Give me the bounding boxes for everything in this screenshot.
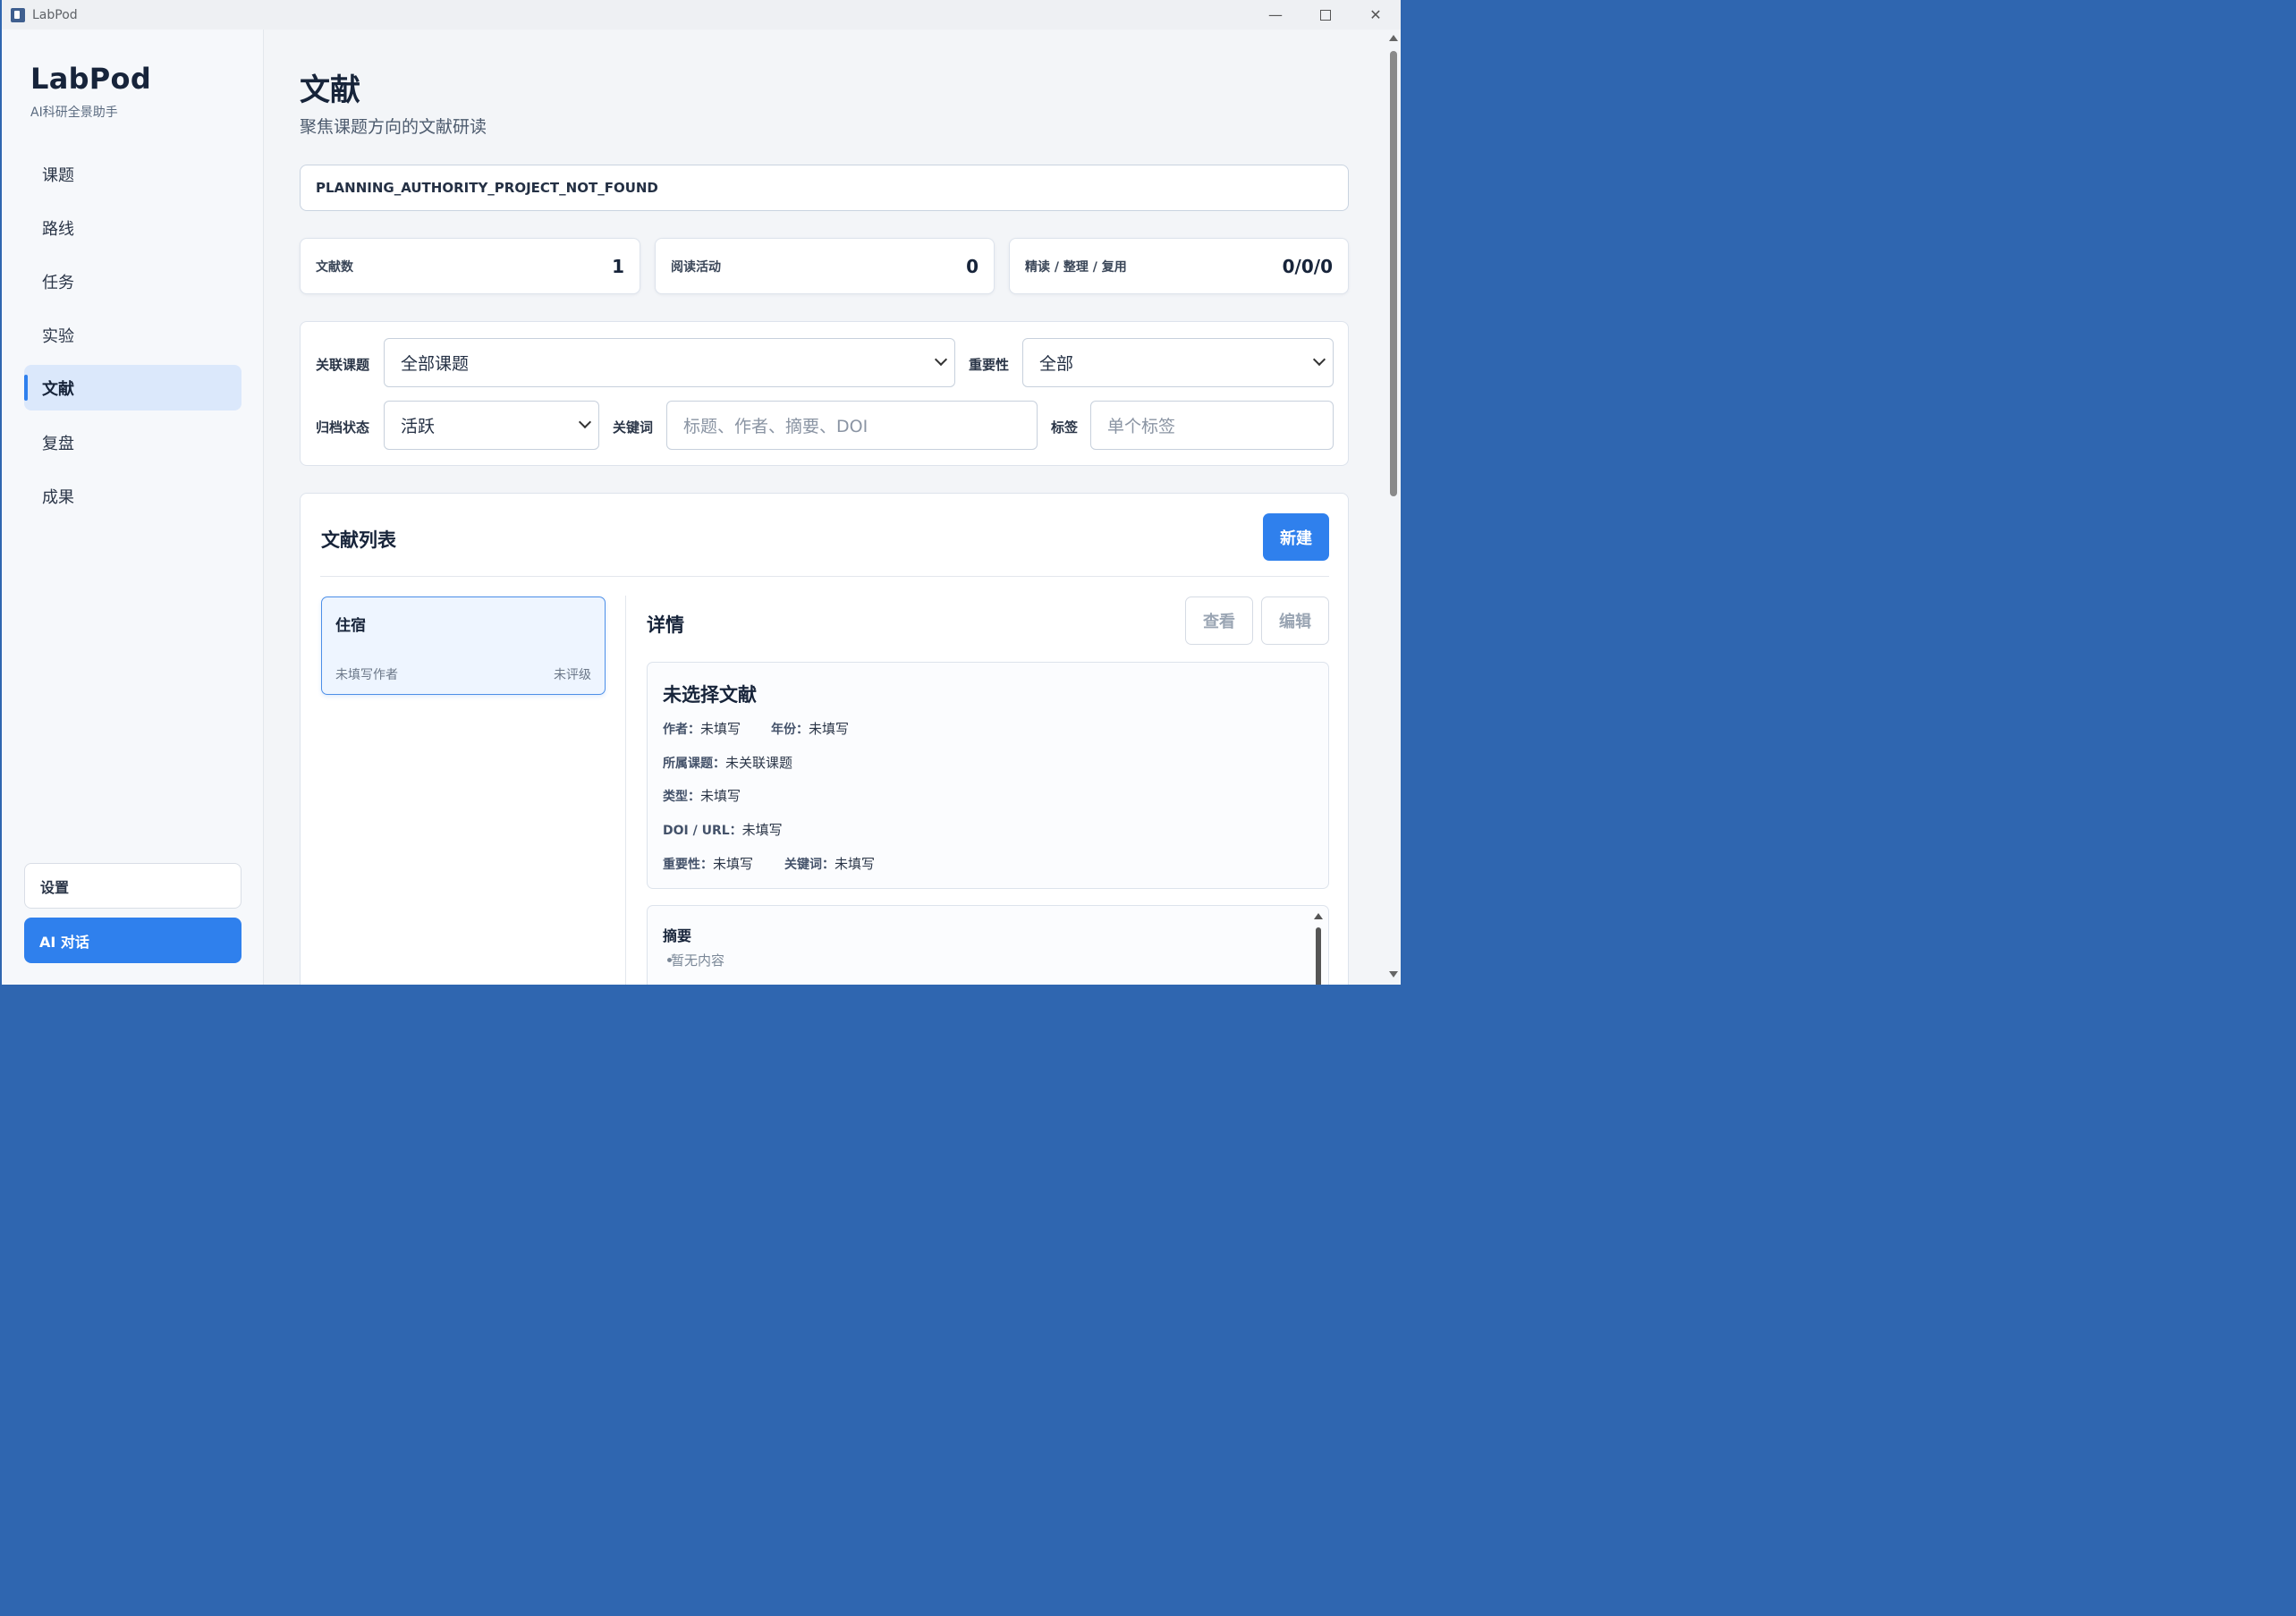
keyword-input[interactable]: 标题、作者、摘要、DOI: [666, 401, 1038, 450]
page-title: 文献: [300, 72, 360, 108]
stat-value: 0: [966, 255, 979, 277]
divider: [625, 596, 626, 985]
stat-label: 精读 / 整理 / 复用: [1025, 259, 1127, 275]
scrollbar-thumb[interactable]: [1316, 927, 1321, 985]
project-select-value: 全部课题: [401, 354, 470, 374]
sidebar-item-review[interactable]: 复盘: [24, 419, 241, 465]
scroll-down-icon[interactable]: [1389, 971, 1398, 977]
year-field: 年份：未填写: [771, 721, 850, 737]
main-content: 文献 聚焦课题方向的文献研读 PLANNING_AUTHORITY_PROJEC…: [264, 30, 1386, 985]
close-icon[interactable]: ✕: [1351, 0, 1401, 30]
stat-value: 1: [612, 255, 624, 277]
app-logo-icon: [11, 7, 25, 22]
stat-card-reading-activity: 阅读活动 0: [655, 238, 995, 294]
detail-card: 未选择文献 作者：未填写 年份：未填写 所属课题：未关联课题 类型：未填写 DO…: [647, 662, 1329, 889]
detail-heading: 未选择文献: [663, 684, 757, 706]
maximize-icon[interactable]: [1301, 0, 1351, 30]
project-select[interactable]: 全部课题: [384, 338, 955, 387]
filter-panel: 关联课题 全部课题 重要性 全部 归档状态 活跃 关键词 标题、作者、摘要、DO…: [300, 321, 1349, 466]
chevron-down-icon: [1312, 352, 1326, 367]
sidebar-item-topics[interactable]: 课题: [24, 151, 241, 197]
view-button[interactable]: 查看: [1185, 596, 1253, 645]
app-window: LabPod — ✕ LabPod AI科研全景助手 课题 路线 任务 实验 文…: [2, 0, 1401, 985]
ai-chat-button[interactable]: AI 对话: [24, 918, 241, 963]
detail-title: 详情: [647, 614, 684, 636]
project-field: 所属课题：未关联课题: [663, 755, 793, 771]
importance-field: 重要性：未填写: [663, 856, 754, 872]
new-literature-button[interactable]: 新建: [1263, 513, 1329, 561]
scroll-up-icon[interactable]: [1389, 35, 1398, 41]
keyword-filter-label: 关键词: [613, 419, 654, 436]
abstract-title: 摘要: [663, 927, 692, 944]
tag-filter-label: 标签: [1051, 419, 1079, 436]
edit-button[interactable]: 编辑: [1261, 596, 1329, 645]
literature-card[interactable]: 住宿 未填写作者 未评级: [321, 596, 606, 695]
importance-filter-label: 重要性: [969, 357, 1010, 373]
window-title: LabPod: [32, 7, 78, 22]
scroll-up-icon[interactable]: [1314, 913, 1323, 919]
archive-select-value: 活跃: [401, 417, 436, 436]
title-bar: LabPod — ✕: [2, 0, 1401, 30]
stat-card-literature-count: 文献数 1: [300, 238, 640, 294]
type-field: 类型：未填写: [663, 788, 741, 804]
project-filter-label: 关联课题: [316, 357, 370, 373]
stat-label: 阅读活动: [671, 259, 721, 275]
sidebar-item-roadmap[interactable]: 路线: [24, 205, 241, 250]
author-field: 作者：未填写: [663, 721, 741, 737]
sidebar-item-results[interactable]: 成果: [24, 473, 241, 519]
doi-field: DOI / URL：未填写: [663, 822, 783, 838]
stat-label: 文献数: [316, 259, 353, 275]
tag-input[interactable]: 单个标签: [1090, 401, 1334, 450]
sidebar: LabPod AI科研全景助手 课题 路线 任务 实验 文献 复盘 成果 设置 …: [2, 30, 264, 985]
abstract-item: 暂无内容: [666, 952, 725, 969]
abstract-card: 摘要 暂无内容: [647, 905, 1329, 985]
status-banner: PLANNING_AUTHORITY_PROJECT_NOT_FOUND: [300, 165, 1349, 211]
archive-filter-label: 归档状态: [316, 419, 370, 436]
settings-button[interactable]: 设置: [24, 863, 241, 909]
sidebar-item-tasks[interactable]: 任务: [24, 258, 241, 304]
sidebar-item-literature[interactable]: 文献: [24, 365, 241, 410]
archive-select[interactable]: 活跃: [384, 401, 599, 450]
literature-author: 未填写作者: [335, 668, 398, 682]
list-title: 文献列表: [321, 529, 396, 551]
brand-tagline: AI科研全景助手: [30, 106, 118, 120]
brand-name: LabPod: [30, 62, 152, 96]
window-controls: — ✕: [1250, 0, 1401, 30]
keywords-field: 关键词：未填写: [784, 856, 876, 872]
main-scrollbar[interactable]: [1386, 30, 1401, 985]
scrollbar-thumb[interactable]: [1390, 51, 1397, 496]
divider: [320, 576, 1329, 577]
importance-select-value: 全部: [1039, 354, 1074, 374]
abstract-scrollbar[interactable]: [1314, 913, 1323, 985]
literature-title: 住宿: [335, 617, 366, 635]
stat-card-read-organize-reuse: 精读 / 整理 / 复用 0/0/0: [1009, 238, 1349, 294]
chevron-down-icon: [934, 352, 948, 367]
literature-rating: 未评级: [554, 668, 591, 682]
stat-value: 0/0/0: [1282, 255, 1333, 277]
minimize-icon[interactable]: —: [1250, 0, 1301, 30]
literature-list-panel: 文献列表 新建 住宿 未填写作者 未评级 详情 查看 编辑 未选择文献 作者：未…: [300, 493, 1349, 985]
sidebar-item-experiments[interactable]: 实验: [24, 312, 241, 358]
chevron-down-icon: [578, 415, 592, 429]
importance-select[interactable]: 全部: [1022, 338, 1334, 387]
page-subtitle: 聚焦课题方向的文献研读: [300, 117, 487, 137]
